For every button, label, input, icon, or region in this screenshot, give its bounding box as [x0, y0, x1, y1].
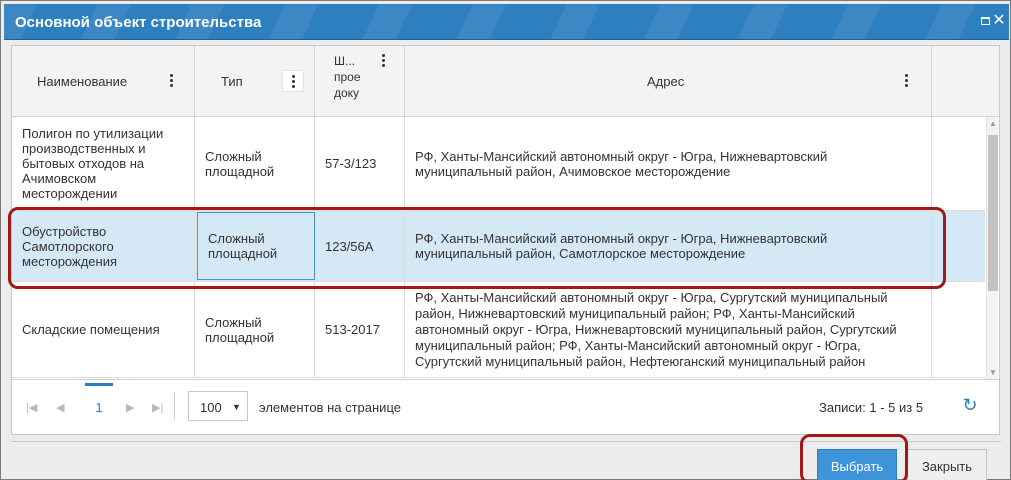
- cell-name: Полигон по утилизации производственных и…: [12, 117, 195, 210]
- column-menu-name-icon[interactable]: [165, 73, 177, 89]
- current-page[interactable]: 1: [84, 383, 114, 415]
- table-row[interactable]: Полигон по утилизации производственных и…: [12, 117, 985, 211]
- column-label-code: Ш... прое доку: [334, 54, 361, 100]
- pager: |◀ ◀ 1 ▶ ▶| 100 ▼ элементов на странице …: [12, 379, 999, 434]
- cell-address: РФ, Ханты-Мансийский автономный округ - …: [405, 282, 932, 377]
- footer-divider: [11, 441, 1001, 442]
- column-label-type: Тип: [221, 74, 243, 89]
- column-header-type[interactable]: Тип: [195, 46, 315, 117]
- column-label-name: Наименование: [37, 74, 128, 89]
- prev-page-icon[interactable]: ◀: [56, 401, 64, 414]
- column-label-address: Адрес: [647, 74, 685, 89]
- column-header-address[interactable]: Адрес: [405, 46, 932, 117]
- table-row-selected[interactable]: Обустройство Самотлорского месторождения…: [12, 211, 985, 282]
- dialog-title: Основной объект строительства: [15, 14, 262, 31]
- dialog-window: Основной объект строительства ✕ Наименов…: [0, 0, 1011, 480]
- cell-name: Складские помещения: [12, 282, 195, 377]
- column-menu-type-icon[interactable]: [282, 70, 304, 92]
- column-menu-address-icon[interactable]: [900, 73, 912, 89]
- last-page-icon[interactable]: ▶|: [152, 401, 163, 414]
- cell-type-focused: Сложный площадной: [197, 212, 315, 280]
- grid-body: Полигон по утилизации производственных и…: [12, 117, 985, 379]
- cell-code: 513-2017: [315, 282, 405, 377]
- cell-type: Сложный площадной: [195, 117, 315, 210]
- close-icon[interactable]: ✕: [992, 13, 1006, 29]
- column-menu-code-icon[interactable]: [377, 53, 389, 69]
- grid-header: Наименование Тип Ш... прое доку Адрес: [12, 46, 999, 117]
- next-page-icon[interactable]: ▶: [126, 401, 134, 414]
- page-size-value: 100: [200, 400, 222, 415]
- cell-type: Сложный площадной: [195, 282, 315, 377]
- vertical-scrollbar[interactable]: ▲ ▼: [986, 117, 998, 379]
- objects-grid: Наименование Тип Ш... прое доку Адрес По…: [11, 45, 1000, 435]
- refresh-icon[interactable]: ↻: [960, 395, 980, 415]
- scroll-down-icon[interactable]: ▼: [987, 368, 999, 377]
- cell-code: 123/56А: [315, 211, 405, 281]
- cell-address: РФ, Ханты-Мансийский автономный округ - …: [405, 211, 932, 281]
- select-button[interactable]: Выбрать: [817, 449, 897, 480]
- scroll-up-icon[interactable]: ▲: [987, 119, 999, 128]
- records-info: Записи: 1 - 5 из 5: [819, 400, 924, 415]
- maximize-icon[interactable]: [979, 14, 993, 28]
- per-page-label: элементов на странице: [259, 400, 401, 415]
- column-header-code[interactable]: Ш... прое доку: [315, 46, 405, 117]
- cell-name: Обустройство Самотлорского месторождения: [12, 211, 195, 281]
- dialog-titlebar: Основной объект строительства ✕: [4, 4, 1009, 40]
- close-button[interactable]: Закрыть: [907, 449, 987, 480]
- cell-code: 57-3/123: [315, 117, 405, 210]
- chevron-down-icon: ▼: [232, 402, 241, 412]
- column-header-name[interactable]: Наименование: [12, 46, 195, 117]
- page-size-select[interactable]: 100 ▼: [188, 391, 248, 421]
- first-page-icon[interactable]: |◀: [26, 401, 37, 414]
- scroll-thumb[interactable]: [988, 135, 998, 291]
- table-row[interactable]: Складские помещения Сложный площадной 51…: [12, 282, 985, 378]
- cell-address: РФ, Ханты-Мансийский автономный округ - …: [405, 117, 932, 210]
- pager-divider: [174, 392, 175, 420]
